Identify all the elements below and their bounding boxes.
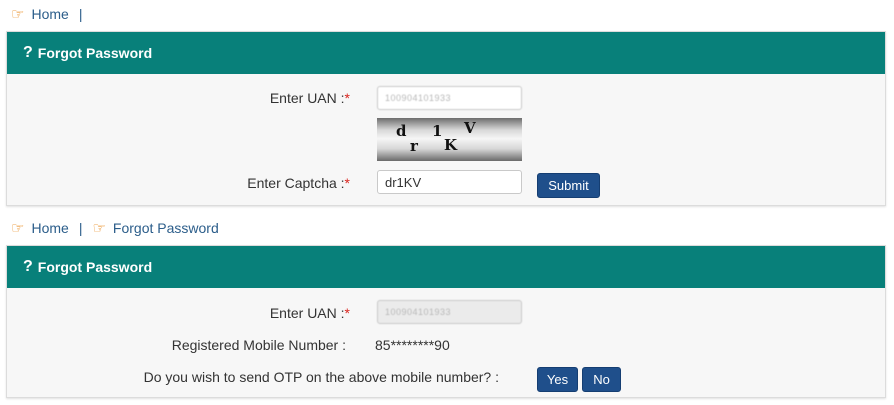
panel-header: ? Forgot Password [7,246,885,288]
captcha-char: K [444,136,458,154]
breadcrumb-separator: | [78,6,83,22]
forgot-password-panel: ? Forgot Password Enter UAN :* Registere… [6,245,886,398]
mobile-label: Registered Mobile Number : [171,337,346,353]
question-mark-icon: ? [23,258,33,275]
breadcrumb-separator: | [78,220,83,236]
captcha-char: d [396,122,407,140]
captcha-image: d r 1 K V [377,118,522,161]
hand-pointing-right-icon: ☞ [11,5,25,23]
submit-button[interactable]: Submit [537,173,600,198]
uan-label: Enter UAN :* [269,305,350,321]
hand-pointing-right-icon: ☞ [92,219,106,237]
panel-title: Forgot Password [37,259,153,275]
captcha-char: 1 [432,122,443,140]
question-mark-icon: ? [23,44,33,61]
forgot-password-panel: ? Forgot Password Enter UAN :* d r 1 K V… [6,31,886,206]
otp-question-label: Do you wish to send OTP on the above mob… [143,369,499,385]
breadcrumb-forgot-password-link[interactable]: Forgot Password [113,220,219,236]
uan-input-disabled [377,300,522,324]
uan-label: Enter UAN :* [269,90,350,106]
breadcrumb: ☞ Home | ☞ Forgot Password [11,218,219,238]
yes-button[interactable]: Yes [537,367,578,392]
captcha-label: Enter Captcha :* [247,175,350,191]
breadcrumb-home-link[interactable]: Home [31,220,68,236]
breadcrumb: ☞ Home | [11,4,92,24]
mobile-number-value: 85********90 [375,337,450,353]
captcha-input[interactable] [377,170,522,194]
breadcrumb-home-link[interactable]: Home [31,6,68,22]
captcha-char: V [464,119,476,137]
required-mark: * [344,305,350,321]
panel-title: Forgot Password [37,45,153,61]
captcha-char: r [410,137,418,155]
hand-pointing-right-icon: ☞ [11,219,25,237]
required-mark: * [344,90,350,106]
uan-input[interactable] [377,86,522,110]
required-mark: * [344,175,350,191]
panel-header: ? Forgot Password [7,32,885,74]
no-button[interactable]: No [582,367,621,392]
